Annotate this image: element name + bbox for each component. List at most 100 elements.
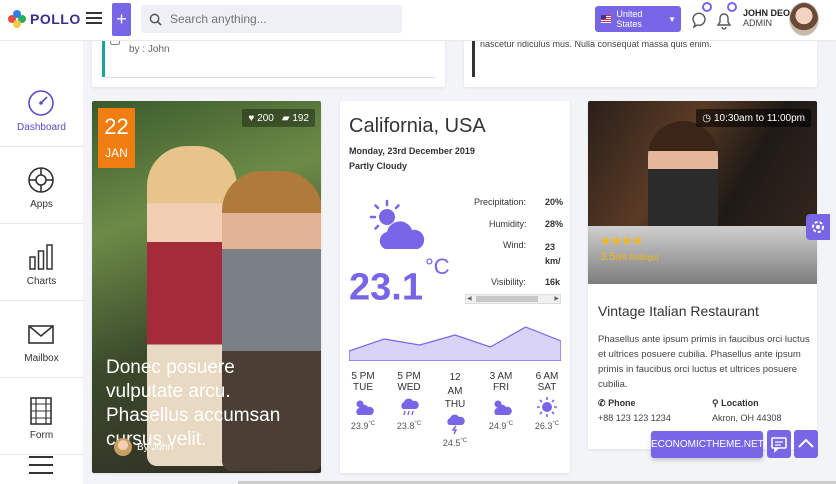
menu-toggle-icon[interactable] bbox=[86, 9, 102, 25]
sun-icon bbox=[537, 397, 557, 417]
sidebar-item-mailbox[interactable]: Mailbox bbox=[0, 302, 83, 378]
forecast-temp: 23.9°C bbox=[345, 421, 381, 431]
temperature-value: 23.1 bbox=[349, 266, 423, 309]
stat-value: 28% bbox=[545, 219, 564, 229]
search-input[interactable] bbox=[170, 12, 390, 26]
temperature-trend-chart bbox=[349, 326, 561, 361]
rating-value: 3.5 bbox=[600, 251, 616, 263]
cloud-sun-icon bbox=[369, 199, 425, 249]
chat-button[interactable] bbox=[767, 430, 791, 458]
more-menu-icon[interactable] bbox=[29, 456, 53, 474]
us-flag-icon bbox=[601, 15, 612, 23]
forecast-day: 12 AM THU 24.5°C bbox=[437, 371, 473, 448]
forecast-day: 6 AM SAT 26.3°C bbox=[529, 371, 565, 431]
blog-post-card[interactable]: 22 JAN ♥ 200 ▰ 192 Donec posuere vulputa… bbox=[92, 101, 321, 473]
sidebar-item-label: Dashboard bbox=[17, 122, 66, 133]
checkbox-icon[interactable] bbox=[110, 41, 120, 45]
forecast-temp-value: 26.3 bbox=[534, 421, 553, 431]
weather-city: California, USA bbox=[349, 115, 486, 137]
envelope-icon bbox=[28, 325, 54, 344]
app-logo[interactable]: POLLO bbox=[8, 10, 81, 28]
forecast-temp-value: 24.5 bbox=[442, 438, 461, 448]
author-avatar bbox=[114, 438, 132, 456]
stat-value: 20% bbox=[545, 197, 564, 207]
scroll-left-icon[interactable]: ◀ bbox=[467, 295, 472, 302]
weather-card: California, USA Monday, 23rd December 20… bbox=[340, 101, 570, 473]
sidebar-item-label: Mailbox bbox=[24, 353, 59, 364]
forecast-time: 5 PM bbox=[351, 371, 375, 382]
weather-date: Monday, 23rd December 2019 bbox=[349, 146, 475, 156]
hours-text: 10:30am to 11:00pm bbox=[714, 112, 805, 124]
map-pin-icon: ⚲ bbox=[712, 398, 719, 408]
forecast-time: 6 AM bbox=[535, 371, 559, 382]
add-button[interactable]: + bbox=[112, 3, 131, 36]
location-value: Akron, OH 44308 bbox=[712, 413, 782, 423]
likes-stat[interactable]: ♥ 200 bbox=[248, 113, 273, 124]
user-avatar[interactable] bbox=[789, 2, 819, 36]
forecast-time: 3 AM bbox=[489, 371, 513, 382]
search-icon bbox=[149, 13, 162, 26]
lifebuoy-icon bbox=[28, 167, 54, 193]
forecast-temp-value: 24.9 bbox=[488, 421, 507, 431]
cloud-sun-icon bbox=[356, 400, 374, 415]
trend-area bbox=[349, 326, 561, 361]
post-card-partial: by : John bbox=[92, 41, 445, 87]
sidebar-item-form[interactable]: Form bbox=[0, 379, 83, 455]
forecast-day-name: SAT bbox=[537, 382, 557, 393]
logo-icon bbox=[8, 10, 26, 28]
date-day: 22 bbox=[104, 114, 129, 139]
forecast-day: 5 PM WED 23.8°C bbox=[391, 371, 427, 431]
restaurant-name[interactable]: Vintage Italian Restaurant bbox=[598, 303, 759, 319]
ratings-count: (85 Ratings) bbox=[615, 253, 659, 262]
promo-button[interactable]: ECONOMICTHEME.NET bbox=[651, 431, 764, 458]
sidebar-item-label: Charts bbox=[26, 276, 57, 287]
stat-value: 23 km/ bbox=[545, 242, 561, 266]
stat-label: Wind: bbox=[503, 240, 527, 250]
scroll-top-button[interactable] bbox=[794, 430, 818, 458]
chat-notification-button[interactable] bbox=[689, 2, 712, 32]
forecast-day-name: FRI bbox=[492, 382, 510, 393]
scrollbar-thumb[interactable] bbox=[476, 296, 538, 302]
stat-value: 16k bbox=[545, 277, 561, 287]
user-name: JOHN DEO bbox=[743, 8, 791, 18]
stat-label: Precipitation: bbox=[474, 197, 527, 207]
stats-scrollbar[interactable]: ◀ ▶ bbox=[465, 294, 561, 304]
heart-icon: ♥ bbox=[248, 112, 255, 124]
user-role: ADMIN bbox=[743, 18, 772, 28]
chevron-down-icon: ▼ bbox=[668, 14, 676, 24]
blog-author: By John bbox=[114, 438, 173, 456]
phone-number[interactable]: +88 123 123 1234 bbox=[598, 413, 671, 423]
bar-chart-icon bbox=[29, 244, 53, 270]
restaurant-description: Phasellus ante ipsum primis in faucibus … bbox=[598, 334, 810, 390]
comments-stat[interactable]: ▰ 192 bbox=[282, 113, 309, 124]
chat-icon bbox=[771, 437, 787, 453]
opening-hours: ◷ 10:30am to 11:00pm bbox=[696, 109, 811, 127]
accent-bar bbox=[472, 41, 475, 77]
scroll-right-icon[interactable]: ▶ bbox=[554, 295, 559, 302]
temp-unit: °C bbox=[506, 421, 514, 427]
notification-dot bbox=[702, 2, 712, 12]
sidebar: Dashboard Apps Charts Mailbox Form bbox=[0, 41, 83, 484]
forecast-temp: 26.3°C bbox=[529, 421, 565, 431]
phone-label-text: Phone bbox=[608, 398, 636, 408]
temperature-unit: °C bbox=[424, 254, 450, 279]
cloud-sun-icon bbox=[494, 400, 512, 415]
restaurant-card[interactable]: ◷ 10:30am to 11:00pm ★★★★ 3.5(85 Ratings… bbox=[588, 101, 817, 449]
temp-unit: °C bbox=[552, 421, 560, 427]
search-bar bbox=[141, 5, 402, 33]
forecast-time: 12 AM bbox=[447, 372, 463, 397]
post-stats: ♥ 200 ▰ 192 bbox=[242, 109, 315, 127]
sidebar-item-charts[interactable]: Charts bbox=[0, 225, 83, 301]
sidebar-item-dashboard[interactable]: Dashboard bbox=[0, 71, 83, 147]
app-name: POLLO bbox=[30, 11, 81, 27]
user-info[interactable]: JOHN DEO ADMIN bbox=[743, 8, 790, 28]
author-name[interactable]: By John bbox=[137, 442, 173, 453]
country-selector[interactable]: United States ▼ bbox=[595, 6, 681, 32]
sidebar-item-apps[interactable]: Apps bbox=[0, 148, 83, 224]
temp-unit: °C bbox=[414, 421, 422, 427]
location-label: ⚲ Location bbox=[712, 398, 759, 409]
comment-icon: ▰ bbox=[281, 112, 290, 124]
post-card-partial: nascetur ridiculus mus. Nulla consequat … bbox=[464, 41, 817, 87]
bell-notification-button[interactable] bbox=[714, 2, 737, 32]
settings-button[interactable] bbox=[806, 214, 830, 240]
